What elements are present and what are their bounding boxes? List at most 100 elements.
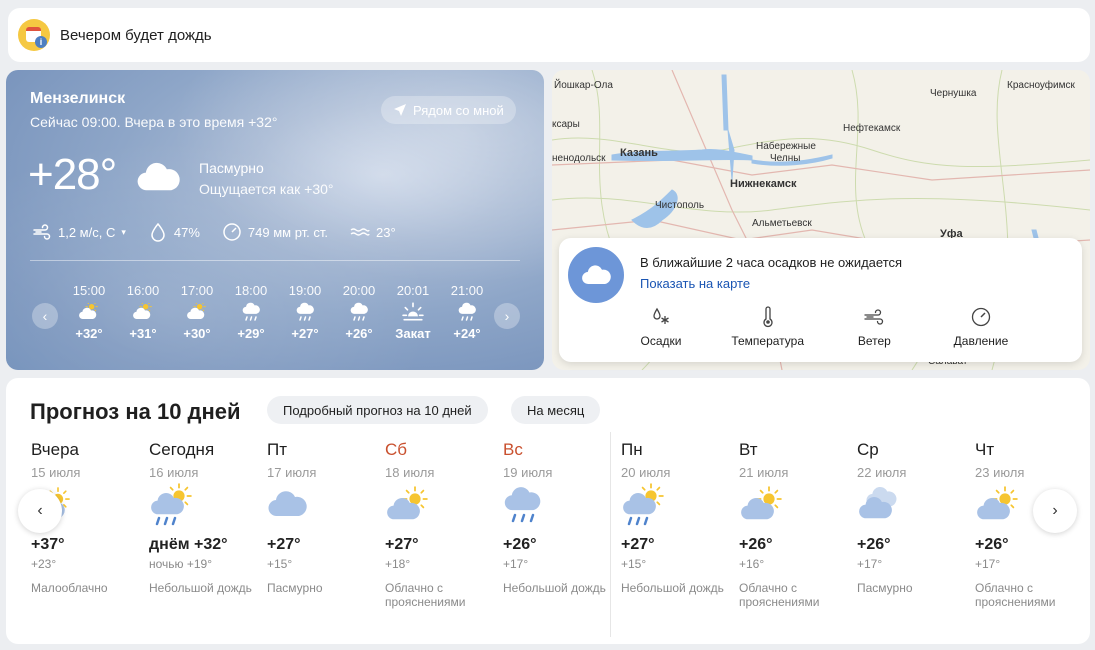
day-card[interactable]: Ср 22 июля +26° +17° Пасмурно: [857, 440, 975, 595]
wind-stat[interactable]: 1,2 м/с, С ▾: [32, 222, 126, 242]
day-card[interactable]: Сб 18 июля +27° +18° Облачно с прояснени…: [385, 440, 503, 609]
cloud-icon: [568, 247, 624, 303]
wind-icon: [864, 309, 884, 325]
weather-alert[interactable]: i Вечером будет дождь: [8, 8, 1090, 62]
day-card[interactable]: Вт 21 июля +26° +16° Облачно с прояснени…: [739, 440, 857, 609]
hour-temp: +26°: [345, 326, 373, 341]
precipitation-card: В ближайшие 2 часа осадков не ожидается …: [559, 238, 1082, 362]
day-date: 16 июля: [149, 465, 199, 480]
day-condition: Пасмурно: [857, 581, 913, 595]
day-high: +26°: [739, 536, 773, 553]
day-low: +15°: [267, 557, 293, 571]
day-card[interactable]: Сегодня 16 июля днём +32° ночью +19° Неб…: [149, 440, 267, 595]
hour-item: 15:00 +32°: [62, 283, 116, 353]
wind-icon: [33, 224, 51, 240]
detailed-forecast-button[interactable]: Подробный прогноз на 10 дней: [267, 396, 488, 424]
hour-time: 20:00: [342, 283, 376, 298]
tab-wind[interactable]: Ветер: [834, 306, 914, 348]
tab-precipitation[interactable]: Осадки: [621, 306, 701, 348]
map-label: Йошкар-Ола: [554, 80, 613, 91]
day-name: Сб: [385, 440, 408, 459]
ten-day-forecast: Прогноз на 10 дней Подробный прогноз на …: [6, 378, 1090, 644]
hour-item: 16:00 +31°: [116, 283, 170, 353]
map-label: ксары: [552, 119, 580, 130]
forecast-prev-button[interactable]: ‹: [18, 489, 62, 533]
hourly-forecast[interactable]: 15:00 +32° 16:00 +31° 17:00 +30° 18:00 +29° …: [62, 283, 486, 353]
day-condition: Небольшой дождь: [503, 581, 606, 595]
nearby-label: Рядом со мной: [413, 102, 504, 118]
day-name: Вчера: [31, 440, 79, 459]
map-layer-tabs: Осадки Температура Ветер Давление: [621, 306, 1021, 348]
hour-time: 19:00: [288, 283, 322, 298]
cloud-sun-icon: [62, 301, 116, 323]
day-low: +18°: [385, 557, 411, 571]
show-on-map-link[interactable]: Показать на карте: [640, 276, 750, 291]
hourly-next-button[interactable]: ›: [494, 303, 520, 329]
day-condition: Небольшой дождь: [621, 581, 724, 595]
day-card[interactable]: Вс 19 июля +26° +17° Небольшой дождь: [503, 440, 621, 595]
day-high: +27°: [385, 536, 419, 553]
gauge-icon: [223, 223, 241, 241]
city-name[interactable]: Мензелинск: [30, 90, 125, 108]
day-date: 17 июля: [267, 465, 317, 480]
tab-temperature[interactable]: Температура: [728, 306, 808, 348]
partly-cloudy-icon: [385, 480, 503, 528]
map-label: ненодольск: [552, 153, 606, 164]
day-high: +27°: [267, 536, 301, 553]
day-low: +16°: [739, 557, 765, 571]
day-card[interactable]: Пт 17 июля +27° +15° Пасмурно: [267, 440, 385, 595]
water-waves-icon: [350, 228, 370, 236]
hour-item: 20:01 Закат: [386, 283, 440, 353]
hour-temp: +31°: [129, 326, 157, 341]
chevron-left-icon: ‹: [37, 502, 43, 519]
map-label: Казань: [620, 147, 658, 159]
tab-label: Давление: [953, 334, 1009, 348]
map-label: Нижнекамск: [730, 178, 797, 190]
cloud-sun-icon: [170, 301, 224, 323]
map-label: Чернушка: [930, 88, 977, 99]
current-weather-card: Мензелинск Сейчас 09:00. Вчера в это вре…: [6, 70, 544, 370]
calendar-info-icon: i: [18, 19, 50, 51]
day-condition: Облачно с прояснениями: [739, 581, 820, 609]
day-high: днём +32°: [149, 536, 228, 553]
day-low: ночью +19°: [149, 557, 213, 571]
tab-label: Ветер: [857, 334, 891, 348]
forecast-next-button[interactable]: ›: [1033, 489, 1077, 533]
hourly-prev-button[interactable]: ‹: [32, 303, 58, 329]
day-low: +17°: [857, 557, 883, 571]
hour-time: 20:01: [396, 283, 430, 298]
hour-temp: +30°: [183, 326, 211, 341]
hour-item: 21:00 +24°: [440, 283, 486, 353]
hour-temp: +29°: [237, 326, 265, 341]
tab-pressure[interactable]: Давление: [941, 306, 1021, 348]
day-name: Чт: [975, 440, 995, 459]
month-forecast-button[interactable]: На месяц: [511, 396, 601, 424]
cloud-rain-icon: [503, 480, 621, 528]
map-label: Челны: [770, 153, 801, 164]
hour-time: 16:00: [126, 283, 160, 298]
hour-temp: +32°: [75, 326, 103, 341]
water-temp-value: 23°: [376, 224, 396, 240]
cloud-rain-icon: [440, 301, 486, 323]
day-name: Ср: [857, 440, 879, 459]
sun-cloud-rain-icon: [149, 480, 267, 528]
nearby-button[interactable]: Рядом со мной: [381, 96, 516, 124]
divider: [30, 260, 520, 261]
day-date: 19 июля: [503, 465, 553, 480]
day-date: 20 июля: [621, 465, 671, 480]
pressure-stat: 749 мм рт. ст.: [222, 222, 328, 242]
wind-value: 1,2 м/с, С: [58, 224, 116, 240]
day-low: +23°: [31, 557, 57, 571]
hour-time: 18:00: [234, 283, 268, 298]
day-card[interactable]: Чт 23 июля +26° +17° Облачно с прояснени…: [975, 440, 1093, 609]
day-name: Вт: [739, 440, 758, 459]
sunset-icon: [386, 301, 440, 323]
current-temperature: +28°: [28, 150, 117, 199]
day-low: +17°: [975, 557, 1001, 571]
precipitation-title: В ближайшие 2 часа осадков не ожидается: [640, 255, 903, 270]
day-card[interactable]: Пн 20 июля +27° +15° Небольшой дождь: [621, 440, 739, 595]
current-condition: Пасмурно: [199, 160, 264, 176]
days-row: Вчера 15 июля +37° +23° Малооблачно Сего…: [31, 440, 1076, 640]
hour-temp: +27°: [291, 326, 319, 341]
day-high: +37°: [31, 536, 65, 553]
